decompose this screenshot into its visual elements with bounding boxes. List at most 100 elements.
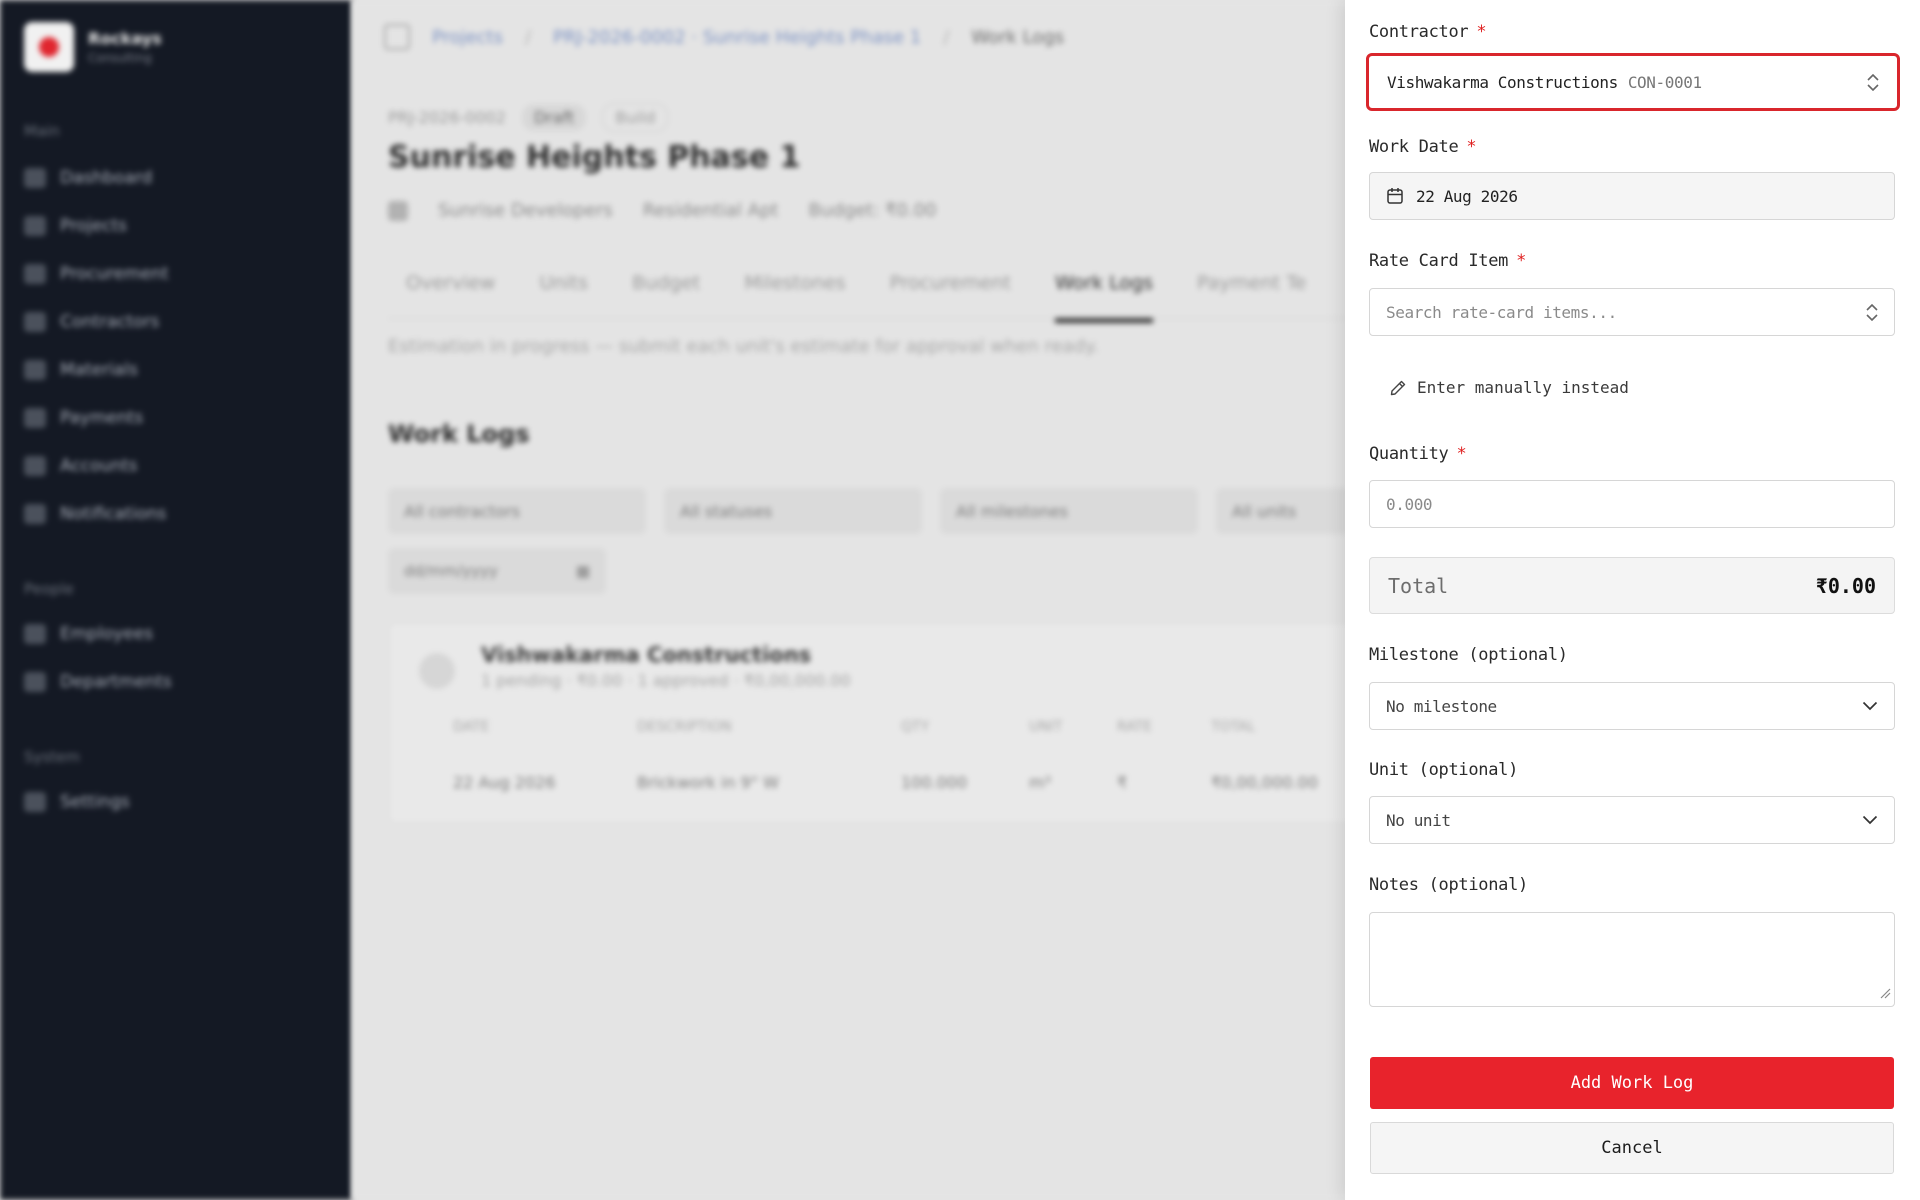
- enter-manually-link[interactable]: Enter manually instead: [1389, 378, 1629, 397]
- page-title: Sunrise Heights Phase 1: [388, 140, 801, 175]
- breadcrumb-current: Work Logs: [971, 26, 1065, 48]
- contractor-filter[interactable]: All contractors: [388, 488, 646, 534]
- materials-icon: [24, 360, 46, 380]
- projects-icon: [24, 216, 46, 236]
- sidebar-item-departments[interactable]: Departments: [24, 672, 172, 692]
- expand-icon[interactable]: [419, 653, 455, 689]
- brand-name: Rockays: [88, 29, 162, 48]
- chevron-down-icon: [1862, 701, 1878, 711]
- sidebar-section-main: Main: [24, 122, 60, 140]
- tab-units[interactable]: Units: [539, 258, 588, 318]
- filters-row: All contractors All statuses All milesto…: [388, 488, 1474, 534]
- sidebar-item-label: Projects: [60, 216, 128, 236]
- unit-label: Unit (optional): [1369, 760, 1519, 780]
- breadcrumb-separator: /: [943, 26, 950, 48]
- info-banner: Estimation in progress — submit each uni…: [388, 336, 1099, 357]
- gear-icon: [24, 792, 46, 812]
- sidebar-item-label: Dashboard: [60, 168, 153, 188]
- building-icon: [388, 200, 408, 221]
- cancel-button[interactable]: Cancel: [1370, 1122, 1894, 1174]
- sidebar: Rockays Consulting Main Dashboard Projec…: [0, 0, 352, 1200]
- column-header: RATE: [1117, 719, 1153, 735]
- sidebar-toggle-icon[interactable]: [384, 24, 410, 50]
- sidebar-section-system: System: [24, 748, 80, 766]
- column-header: DATE: [453, 719, 490, 735]
- breadcrumb-project[interactable]: PRJ-2026-0002 · Sunrise Heights Phase 1: [553, 27, 921, 48]
- breadcrumb-separator: /: [524, 26, 532, 48]
- tab-budget[interactable]: Budget: [632, 258, 700, 318]
- logo: [24, 22, 74, 72]
- milestone-select[interactable]: No milestone: [1369, 682, 1895, 730]
- contractor-label-text: Contractor: [1369, 22, 1469, 42]
- table-cell: ₹0,00,000.00: [1211, 773, 1318, 792]
- sidebar-item-accounts[interactable]: Accounts: [24, 456, 138, 476]
- brand[interactable]: Rockays Consulting: [24, 22, 162, 72]
- unit-value: No unit: [1386, 810, 1451, 830]
- contractor-select[interactable]: Vishwakarma Constructions CON-0001: [1366, 53, 1900, 111]
- sidebar-item-employees[interactable]: Employees: [24, 624, 153, 644]
- enter-manually-label: Enter manually instead: [1417, 378, 1629, 397]
- rate-card-label: Rate Card Item *: [1369, 251, 1526, 271]
- column-header: QTY: [901, 719, 930, 735]
- departments-icon: [24, 672, 46, 692]
- work-log-form-panel: Contractor * Vishwakarma Constructions CO…: [1345, 0, 1920, 1200]
- tab-work-logs[interactable]: Work Logs: [1055, 258, 1154, 323]
- total-display: Total ₹0.00: [1369, 557, 1895, 614]
- rate-card-label-text: Rate Card Item: [1369, 251, 1509, 271]
- total-label: Total: [1388, 573, 1449, 598]
- breadcrumb-projects[interactable]: Projects: [432, 27, 503, 48]
- milestone-value: No milestone: [1386, 696, 1497, 716]
- table-row[interactable]: 22 Aug 2026 Brickwork in 9" W 100.000 m³…: [453, 773, 1351, 792]
- contractor-code: CON-0001: [1627, 72, 1702, 92]
- sidebar-section-people: People: [24, 580, 74, 598]
- work-date-label: Work Date *: [1369, 137, 1477, 157]
- sidebar-item-label: Notifications: [60, 504, 167, 524]
- sidebar-item-dashboard[interactable]: Dashboard: [24, 168, 152, 188]
- sidebar-item-materials[interactable]: Materials: [24, 360, 138, 380]
- project-meta: Sunrise Developers Residential Apt Budge…: [388, 200, 937, 221]
- table-cell: Brickwork in 9" W: [637, 773, 779, 792]
- milestone-filter[interactable]: All milestones: [940, 488, 1198, 534]
- group-summary: 1 pending · ₹0.00 · 1 approved · ₹0,00,0…: [481, 671, 851, 690]
- rate-card-search-select[interactable]: Search rate-card items...: [1369, 288, 1895, 336]
- tab-overview[interactable]: Overview: [406, 258, 495, 318]
- work-date-label-text: Work Date: [1369, 137, 1459, 157]
- date-filter[interactable]: dd/mm/yyyy ▦: [388, 548, 606, 594]
- tab-procurement[interactable]: Procurement: [890, 258, 1011, 318]
- status-filter[interactable]: All statuses: [664, 488, 922, 534]
- sidebar-item-procurement[interactable]: Procurement: [24, 264, 169, 284]
- sidebar-item-label: Procurement: [60, 264, 169, 284]
- table-cell: 100.000: [901, 773, 968, 792]
- sidebar-item-projects[interactable]: Projects: [24, 216, 127, 236]
- resize-handle-icon[interactable]: [1879, 984, 1891, 1003]
- contractor-label: Contractor *: [1369, 22, 1487, 42]
- meta-client: Sunrise Developers: [438, 200, 613, 221]
- sidebar-item-contractors[interactable]: Contractors: [24, 312, 159, 332]
- unit-select[interactable]: No unit: [1369, 796, 1895, 844]
- phase-badge: Build: [602, 103, 669, 132]
- status-badge: Draft: [521, 104, 587, 131]
- required-mark: *: [1456, 444, 1467, 464]
- total-value: ₹0.00: [1815, 573, 1876, 598]
- column-header: TOTAL: [1211, 719, 1256, 735]
- table-cell: ₹: [1117, 773, 1128, 792]
- sidebar-item-label: Employees: [60, 624, 154, 644]
- add-work-log-button[interactable]: Add Work Log: [1370, 1057, 1894, 1109]
- section-title: Work Logs: [388, 420, 530, 448]
- sidebar-item-notifications[interactable]: Notifications: [24, 504, 166, 524]
- sidebar-item-label: Materials: [60, 360, 138, 380]
- accounts-icon: [24, 456, 46, 476]
- tab-milestones[interactable]: Milestones: [744, 258, 845, 318]
- sidebar-item-label: Settings: [60, 792, 130, 812]
- work-date-field[interactable]: 22 Aug 2026: [1369, 172, 1895, 220]
- notes-textarea[interactable]: [1369, 912, 1895, 1007]
- required-mark: *: [1466, 137, 1477, 157]
- sidebar-item-settings[interactable]: Settings: [24, 792, 130, 812]
- tab-payment-terms[interactable]: Payment Te: [1197, 258, 1306, 318]
- sidebar-item-payments[interactable]: Payments: [24, 408, 143, 428]
- notes-label: Notes (optional): [1369, 875, 1528, 895]
- table-header: DATE DESCRIPTION QTY UNIT RATE TOTAL: [453, 719, 1351, 735]
- meta-budget: Budget: ₹0.00: [808, 200, 937, 221]
- chevrons-up-down-icon: [1867, 73, 1879, 91]
- quantity-input[interactable]: 0.000: [1369, 480, 1895, 528]
